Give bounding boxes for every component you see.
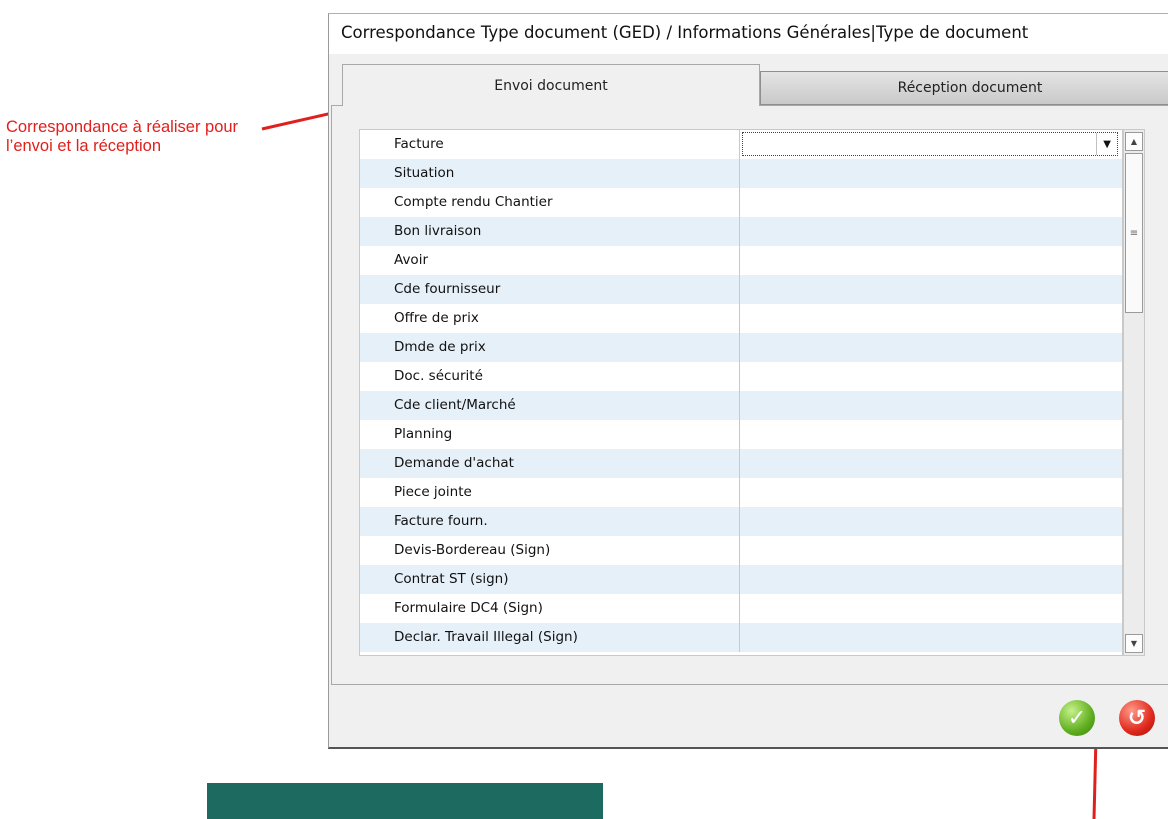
mapping-cell[interactable] (739, 623, 1122, 652)
table-row[interactable]: Formulaire DC4 (Sign) (360, 594, 1122, 623)
document-type-cell: Compte rendu Chantier (394, 194, 553, 210)
table-row[interactable]: Cde fournisseur (360, 275, 1122, 304)
undo-icon: ↺ (1127, 705, 1147, 731)
document-type-cell: Cde fournisseur (394, 281, 501, 297)
tab-envoi-document[interactable]: Envoi document (342, 64, 760, 106)
mapping-dialog: Correspondance Type document (GED) / Inf… (328, 13, 1168, 749)
table-row[interactable]: Contrat ST (sign) (360, 565, 1122, 594)
table-row[interactable]: Offre de prix (360, 304, 1122, 333)
validate-button[interactable]: ✓ (1059, 700, 1095, 736)
table-row[interactable]: Declar. Travail Illegal (Sign) (360, 623, 1122, 652)
mapping-cell[interactable] (739, 217, 1122, 246)
table-row[interactable]: Compte rendu Chantier (360, 188, 1122, 217)
table-row[interactable]: Facture ▼ (360, 130, 1122, 159)
document-type-cell: Contrat ST (sign) (394, 571, 509, 587)
check-icon: ✓ (1067, 705, 1087, 731)
document-type-cell: Declar. Travail Illegal (Sign) (394, 629, 578, 645)
document-type-cell: Devis-Bordereau (Sign) (394, 542, 551, 558)
table-row[interactable]: Facture fourn. (360, 507, 1122, 536)
table-row[interactable]: Situation (360, 159, 1122, 188)
mapping-cell[interactable] (739, 565, 1122, 594)
table-row[interactable]: Avoir (360, 246, 1122, 275)
mapping-cell[interactable] (739, 420, 1122, 449)
vertical-scrollbar[interactable]: ▲ ≡ ▼ (1123, 129, 1145, 656)
scroll-up-icon[interactable]: ▲ (1125, 132, 1143, 151)
table-row[interactable]: Piece jointe (360, 478, 1122, 507)
document-type-cell: Demande d'achat (394, 455, 514, 471)
document-type-cell: Doc. sécurité (394, 368, 483, 384)
table-row[interactable]: Dmde de prix (360, 333, 1122, 362)
mapping-cell[interactable] (739, 304, 1122, 333)
tab-label: Envoi document (494, 77, 608, 94)
background-bar (207, 783, 603, 819)
document-type-cell: Facture (394, 136, 444, 152)
mapping-cell[interactable]: ▼ (739, 130, 1122, 159)
tab-reception-document[interactable]: Réception document (760, 71, 1168, 105)
mapping-cell[interactable] (739, 391, 1122, 420)
mapping-cell[interactable] (739, 188, 1122, 217)
mapping-cell[interactable] (739, 275, 1122, 304)
document-type-cell: Dmde de prix (394, 339, 486, 355)
table-row[interactable]: Devis-Bordereau (Sign) (360, 536, 1122, 565)
mapping-cell[interactable] (739, 333, 1122, 362)
document-type-cell: Planning (394, 426, 453, 442)
mapping-grid: Facture ▼ Situation Compte rendu Chantie… (359, 129, 1123, 656)
mapping-cell[interactable] (739, 159, 1122, 188)
mapping-cell[interactable] (739, 362, 1122, 391)
table-row[interactable]: Demande d'achat (360, 449, 1122, 478)
document-type-cell: Avoir (394, 252, 428, 268)
document-type-cell: Formulaire DC4 (Sign) (394, 600, 543, 616)
document-type-cell: Offre de prix (394, 310, 479, 326)
table-row[interactable]: Doc. sécurité (360, 362, 1122, 391)
document-type-cell: Piece jointe (394, 484, 472, 500)
mapping-cell[interactable] (739, 507, 1122, 536)
annotation-note: Correspondance à réaliser pour l’envoi e… (6, 118, 239, 155)
scroll-thumb[interactable]: ≡ (1125, 153, 1143, 313)
table-row[interactable]: Planning (360, 420, 1122, 449)
mapping-cell[interactable] (739, 246, 1122, 275)
mapping-dropdown[interactable]: ▼ (742, 132, 1119, 156)
mapping-cell[interactable] (739, 449, 1122, 478)
title-bar: Correspondance Type document (GED) / Inf… (329, 14, 1168, 54)
document-type-cell: Situation (394, 165, 455, 181)
mapping-cell[interactable] (739, 478, 1122, 507)
document-type-cell: Bon livraison (394, 223, 482, 239)
table-row[interactable]: Bon livraison (360, 217, 1122, 246)
table-row[interactable]: Cde client/Marché (360, 391, 1122, 420)
dropdown-arrow-icon[interactable]: ▼ (1096, 133, 1118, 155)
scroll-down-icon[interactable]: ▼ (1125, 634, 1143, 653)
tab-label: Réception document (897, 80, 1043, 96)
window-title: Correspondance Type document (GED) / Inf… (341, 23, 1029, 42)
document-type-cell: Cde client/Marché (394, 397, 516, 413)
mapping-cell[interactable] (739, 594, 1122, 623)
document-type-cell: Facture fourn. (394, 513, 488, 529)
mapping-cell[interactable] (739, 536, 1122, 565)
cancel-button[interactable]: ↺ (1119, 700, 1155, 736)
